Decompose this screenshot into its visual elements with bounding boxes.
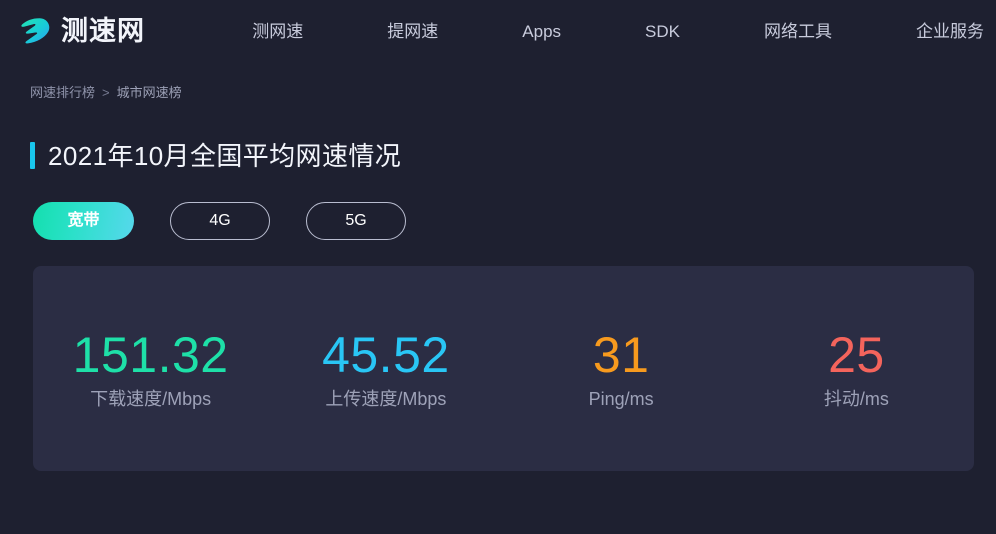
nav-item-enterprise-service[interactable]: 企业服务 (914, 17, 986, 46)
stat-value-jitter: 25 (828, 326, 885, 383)
filter-pill-5g[interactable]: 5G (306, 202, 406, 240)
stat-value-ping: 31 (592, 326, 650, 383)
title-accent-bar (30, 142, 35, 169)
stat-label-download: 下载速度/Mbps (90, 388, 212, 409)
stat-download-speed: 151.32 下载速度/Mbps (33, 330, 268, 408)
stat-upload-speed: 45.52 上传速度/Mbps (268, 330, 503, 408)
breadcrumb: 网速排行榜 > 城市网速榜 (30, 86, 996, 99)
site-header: 测速网 测网速 提网速 Apps SDK 网络工具 企业服务 (0, 0, 996, 62)
nav-item-sdk[interactable]: SDK (643, 17, 682, 46)
nav-item-apps[interactable]: Apps (520, 17, 563, 46)
filter-pill-broadband[interactable]: 宽带 (33, 202, 134, 240)
page-title-row: 2021年10月全国平均网速情况 (30, 142, 996, 169)
page-title: 2021年10月全国平均网速情况 (48, 140, 402, 171)
stat-label-jitter: 抖动/ms (823, 388, 889, 409)
speed-s-logo-icon (21, 18, 50, 44)
breadcrumb-root-link[interactable]: 网速排行榜 (30, 86, 95, 99)
speed-stats-panel: 151.32 下载速度/Mbps 45.52 上传速度/Mbps 31 Ping… (33, 266, 974, 471)
stat-jitter: 25 抖动/ms (739, 330, 974, 408)
network-type-filter-group: 宽带 4G 5G (33, 202, 996, 240)
filter-pill-4g[interactable]: 4G (170, 202, 270, 240)
stat-label-upload: 上传速度/Mbps (325, 388, 447, 409)
stat-ping: 31 Ping/ms (504, 330, 739, 408)
nav-item-tiwangsu[interactable]: 提网速 (385, 17, 440, 46)
stat-label-ping: Ping/ms (588, 388, 654, 409)
main-nav: 测网速 提网速 Apps SDK 网络工具 企业服务 (145, 17, 996, 46)
breadcrumb-separator-icon: > (102, 85, 110, 100)
stat-value-upload: 45.52 (322, 326, 450, 383)
breadcrumb-current-link[interactable]: 城市网速榜 (117, 86, 182, 99)
stat-value-download: 151.32 (72, 326, 229, 383)
brand-logo[interactable]: 测速网 (18, 16, 145, 46)
brand-name: 测速网 (61, 15, 145, 46)
nav-item-network-tools[interactable]: 网络工具 (762, 17, 834, 46)
nav-item-ceshiwangsu[interactable]: 测网速 (250, 17, 305, 46)
